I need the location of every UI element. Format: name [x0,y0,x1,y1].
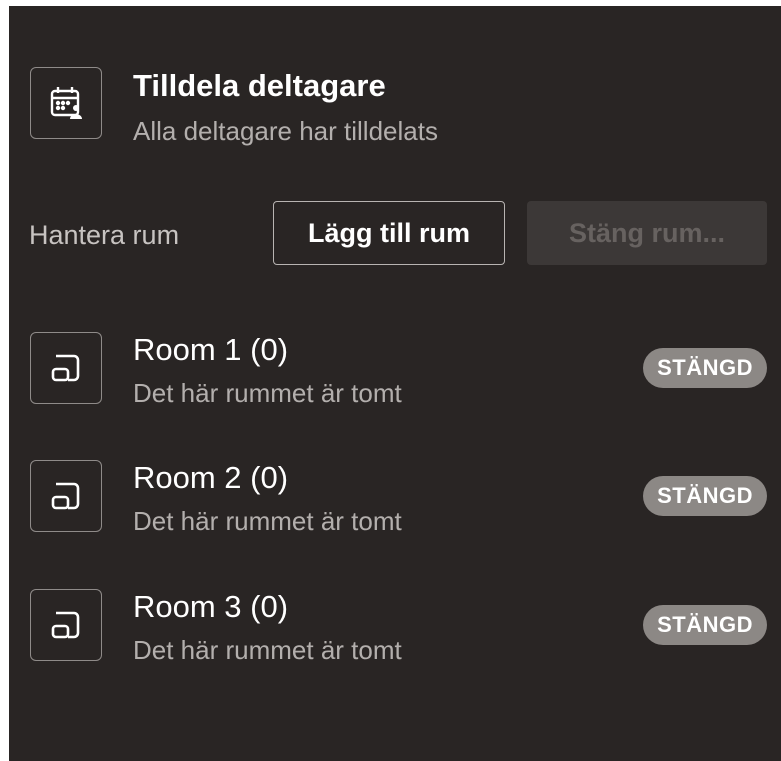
close-rooms-button[interactable]: Stäng rum... [527,201,767,265]
room-item-3[interactable]: Room 3 (0) Det här rummet är tomt STÄNGD [9,589,781,669]
room-closed-badge: STÄNGD [643,476,767,516]
room-item-1[interactable]: Room 1 (0) Det här rummet är tomt STÄNGD [9,332,781,412]
calendar-people-icon [30,67,102,139]
breakout-rooms-panel: Tilldela deltagare Alla deltagare har ti… [9,6,781,761]
room-item-2[interactable]: Room 2 (0) Det här rummet är tomt STÄNGD [9,460,781,540]
room-icon [30,332,102,404]
room-name: Room 2 (0) [133,460,289,495]
room-status-text: Det här rummet är tomt [133,506,402,536]
room-icon [30,589,102,661]
room-name: Room 3 (0) [133,589,289,624]
assign-participants-title: Tilldela deltagare [133,68,386,103]
room-name: Room 1 (0) [133,332,289,367]
add-room-button[interactable]: Lägg till rum [273,201,505,265]
assign-participants-subtitle: Alla deltagare har tilldelats [133,116,438,146]
manage-rooms-label: Hantera rum [29,220,180,250]
room-status-text: Det här rummet är tomt [133,635,402,665]
room-icon [30,460,102,532]
room-status-text: Det här rummet är tomt [133,378,402,408]
room-closed-badge: STÄNGD [643,605,767,645]
room-closed-badge: STÄNGD [643,348,767,388]
